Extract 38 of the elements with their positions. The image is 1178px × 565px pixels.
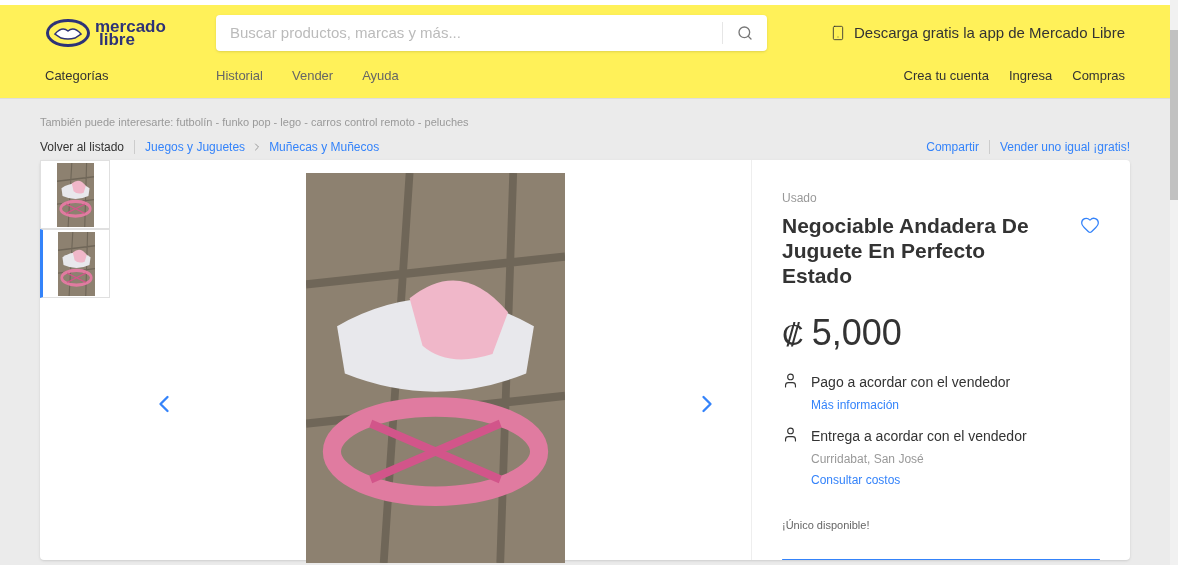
- breadcrumb-link[interactable]: Juegos y Juguetes: [145, 138, 246, 156]
- categories-menu[interactable]: Categorías: [45, 66, 216, 86]
- account-link[interactable]: Compras: [1072, 66, 1125, 86]
- logo[interactable]: mercado libre: [45, 18, 216, 48]
- thumbnail[interactable]: [40, 160, 110, 229]
- logo-text: mercado: [95, 20, 166, 33]
- info-link[interactable]: Más información: [811, 396, 1011, 414]
- app-promo-link[interactable]: Descarga gratis la app de Mercado Libre: [854, 21, 1125, 45]
- action-link[interactable]: Compartir: [926, 138, 979, 156]
- price-text: 5,000: [811, 311, 902, 355]
- person-icon: [782, 426, 799, 443]
- photo-placeholder: [56, 162, 94, 227]
- nav-link[interactable]: Historial: [216, 66, 263, 86]
- suggestions-text: También puede interesarte: futbolín - funko pop - lego - carros control remoto - peluches: [40, 115, 470, 130]
- search-field[interactable]: Buscar productos, marcas y más...: [216, 21, 722, 45]
- product-title: Negociable Andadera De Juguete En Perfecto Estado: [782, 213, 1030, 288]
- nav-link[interactable]: Ayuda: [362, 66, 399, 86]
- action-link[interactable]: Vender uno igual ¡gratis!: [999, 138, 1130, 156]
- photo-placeholder: [57, 231, 95, 296]
- search-icon[interactable]: [737, 25, 753, 41]
- account-link[interactable]: Ingresa: [1008, 66, 1053, 86]
- info-text: Pago a acordar con el vendedor: [811, 373, 1011, 392]
- scrollbar[interactable]: [1170, 0, 1178, 565]
- back-link[interactable]: Volver al listado: [40, 138, 125, 156]
- person-icon: [782, 372, 799, 389]
- logo-text: libre: [98, 33, 135, 46]
- currency-symbol: ₡: [782, 317, 804, 353]
- favorite-heart-icon[interactable]: [1080, 215, 1100, 235]
- location-text: Curridabat, San José: [811, 451, 925, 468]
- stock-text: ¡Único disponible!: [782, 518, 871, 533]
- info-text: Entrega a acordar con el vendedor: [811, 427, 1027, 446]
- nav-link[interactable]: Vender: [291, 66, 334, 86]
- search-bar[interactable]: Buscar productos, marcas y más...: [216, 15, 767, 51]
- condition-label: Usado: [782, 190, 818, 207]
- thumbnail[interactable]: [40, 229, 110, 298]
- info-link[interactable]: Consultar costos: [811, 471, 1027, 489]
- breadcrumb-link[interactable]: Muñecas y Muñecos: [269, 138, 380, 156]
- account-link[interactable]: Crea tu cuenta: [903, 66, 989, 86]
